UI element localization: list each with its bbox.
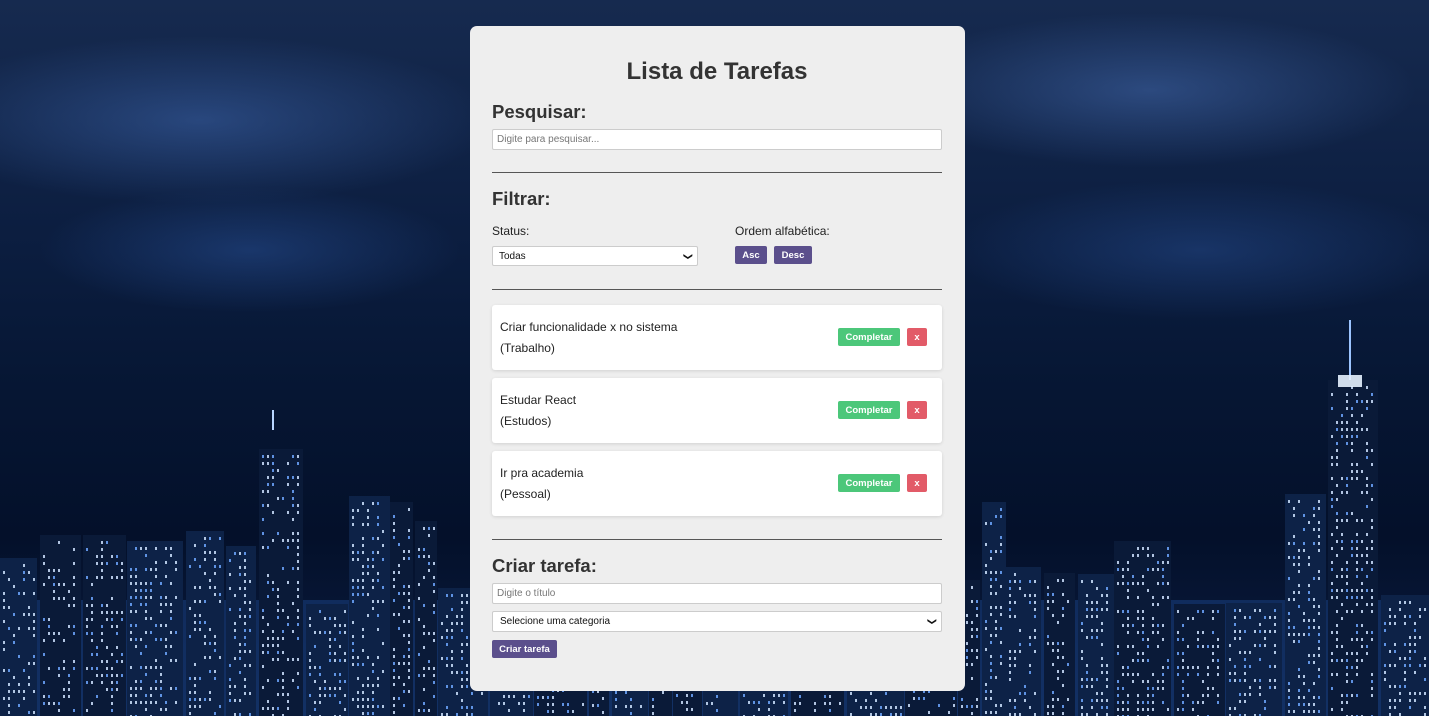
remove-button[interactable]: x (907, 474, 927, 492)
filter-heading: Filtrar: (492, 188, 551, 209)
category-select-value: Selecione uma categoria (500, 616, 611, 627)
task-title: Criar funcionalidade x no sistema (500, 320, 678, 334)
sort-desc-button[interactable]: Desc (774, 246, 812, 264)
task-item: Estudar React (Estudos) Completar x (492, 378, 942, 443)
search-input[interactable] (492, 129, 942, 150)
todo-app-panel: Lista de Tarefas Pesquisar: Filtrar: Sta… (470, 26, 965, 691)
status-label: Status: (492, 224, 530, 238)
task-title: Ir pra academia (500, 466, 584, 480)
complete-button[interactable]: Completar (838, 474, 900, 492)
status-select[interactable]: Todas ❯ (492, 246, 698, 266)
remove-button[interactable]: x (907, 328, 927, 346)
divider (492, 289, 942, 290)
remove-button[interactable]: x (907, 401, 927, 419)
task-category: (Estudos) (500, 414, 552, 428)
task-title-input[interactable] (492, 583, 942, 604)
search-heading: Pesquisar: (492, 101, 587, 122)
page-title: Lista de Tarefas (626, 58, 808, 85)
complete-button[interactable]: Completar (838, 401, 900, 419)
chevron-down-icon: ❯ (683, 252, 694, 261)
divider (492, 539, 942, 540)
task-item: Criar funcionalidade x no sistema (Traba… (492, 305, 942, 370)
status-select-value: Todas (499, 250, 526, 262)
order-label: Ordem alfabética: (735, 224, 830, 238)
divider (492, 172, 942, 173)
task-category: (Trabalho) (500, 341, 555, 355)
chevron-down-icon: ❯ (927, 617, 938, 626)
complete-button[interactable]: Completar (838, 328, 900, 346)
task-title: Estudar React (500, 393, 577, 407)
category-select[interactable]: Selecione uma categoria ❯ (492, 611, 942, 632)
create-task-button[interactable]: Criar tarefa (492, 640, 557, 658)
create-heading: Criar tarefa: (492, 555, 597, 576)
task-category: (Pessoal) (500, 487, 551, 501)
task-item: Ir pra academia (Pessoal) Completar x (492, 451, 942, 516)
sort-asc-button[interactable]: Asc (735, 246, 767, 264)
